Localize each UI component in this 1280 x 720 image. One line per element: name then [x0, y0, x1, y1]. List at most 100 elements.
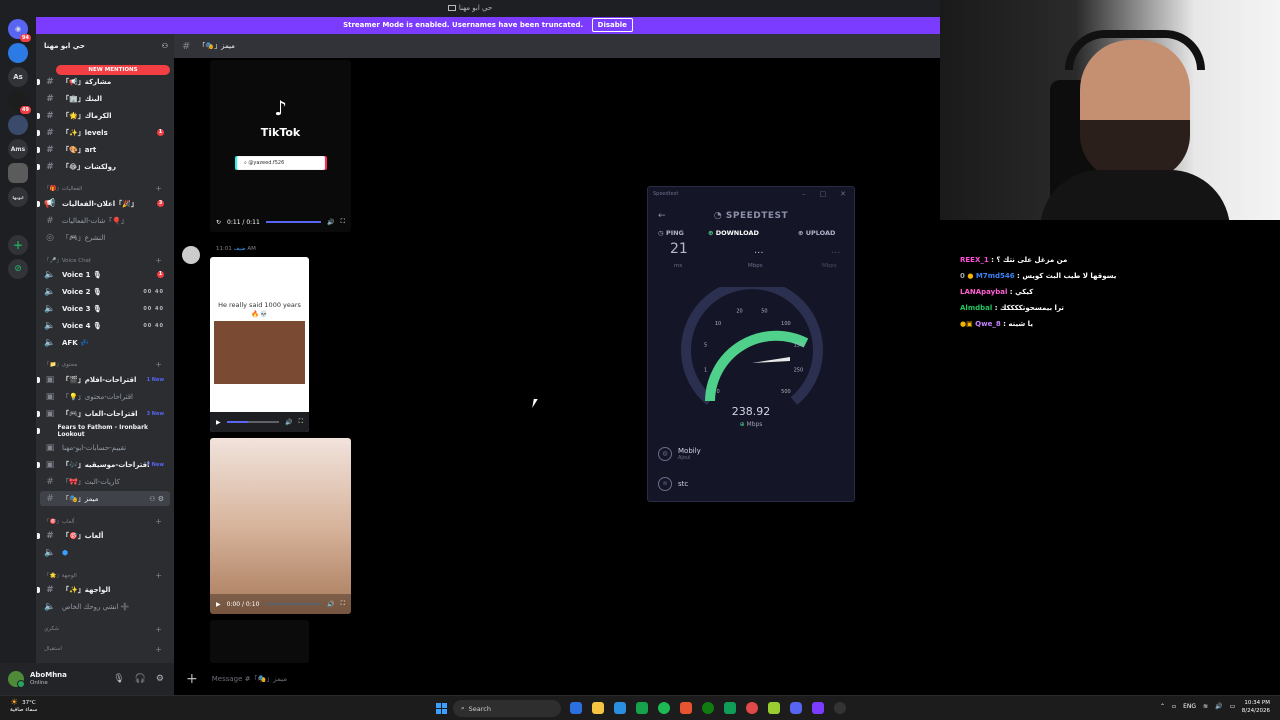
channel-item[interactable]: # 「🏢」البنك: [40, 91, 170, 106]
channel-item[interactable]: 📢 اعلان-الفعاليات「🎉」 3: [37, 196, 170, 211]
voice-channel-item[interactable]: 🔈 Voice 3 🎙 00 40: [40, 301, 170, 316]
maximize-icon[interactable]: □: [820, 187, 827, 202]
language-indicator[interactable]: ENG: [1183, 703, 1196, 710]
server-header[interactable]: حي ابو مهنا ⚇: [36, 34, 174, 58]
server-icon-active[interactable]: [8, 163, 28, 183]
discord-icon[interactable]: [790, 702, 802, 714]
fullscreen-icon[interactable]: ⛶: [341, 600, 345, 608]
thread-item[interactable]: Fears to Fathom - Ironbark Lookout: [37, 423, 170, 438]
wifi-icon[interactable]: ≋: [1203, 703, 1208, 710]
close-icon[interactable]: ✕: [840, 187, 846, 202]
server-icon[interactable]: As: [8, 67, 28, 87]
voice-channel-item[interactable]: 🔈 Voice 4 🎙 00 40: [40, 318, 170, 333]
forum-channel-item[interactable]: ▣ 「💡」اقتراحات-محتوى: [40, 389, 170, 404]
clock[interactable]: 10:34 PM 8/24/2026: [1242, 699, 1270, 715]
start-button-icon[interactable]: [436, 703, 447, 714]
category-header[interactable]: 「🎁」الفعاليات +: [44, 182, 170, 194]
category-header[interactable]: 「🌟」الوجهة +: [44, 569, 170, 581]
add-channel-icon[interactable]: +: [155, 517, 162, 526]
channel-item[interactable]: # 「✨」levels 1: [37, 125, 170, 140]
category-header[interactable]: شكري +: [44, 623, 170, 635]
voice-channel-item[interactable]: 🔈 انشي روحك الخاص ➕: [40, 599, 170, 614]
channel-item-selected[interactable]: # 「🎭」ميمز ⚇ ⚙: [40, 491, 170, 506]
voice-channel-item[interactable]: 🔈 Voice 2 🎙 00 40: [40, 284, 170, 299]
volume-icon[interactable]: 🔊: [327, 601, 334, 608]
forum-channel-item[interactable]: ▣ 「🎶」اقتراحات-موسيقيه 7 New: [37, 457, 170, 472]
xbox-icon[interactable]: [702, 702, 714, 714]
avatar[interactable]: [8, 671, 25, 688]
taskbar-app-icon[interactable]: [636, 702, 648, 714]
message-composer[interactable]: + Message #「🎭」ميمز: [174, 663, 940, 695]
server-icon[interactable]: ابوبها: [8, 187, 28, 207]
replay-icon[interactable]: ↻: [216, 219, 221, 226]
channel-settings-icon[interactable]: ⚇ ⚙: [149, 495, 164, 503]
video-seekbar[interactable]: [226, 421, 280, 423]
attach-plus-icon[interactable]: +: [186, 671, 198, 687]
weather-widget[interactable]: ☀ 37°C سماء صافية: [10, 699, 37, 714]
taskbar-app-icon[interactable]: [746, 702, 758, 714]
video-embed[interactable]: He really said 1000 years 🔥💀 ▶ 🔊 ⛶: [210, 257, 309, 432]
add-member-icon[interactable]: ⚇: [162, 42, 168, 50]
forum-channel-item[interactable]: ▣ تقييم-حسابات-ابو-مهنا: [40, 440, 170, 455]
channel-item[interactable]: # 「✨」الواجهة: [37, 582, 170, 597]
spotify-icon[interactable]: [658, 702, 670, 714]
server-icon[interactable]: 49: [8, 91, 31, 114]
gear-icon[interactable]: ⚙: [156, 674, 164, 684]
add-channel-icon[interactable]: +: [155, 571, 162, 580]
server-icon[interactable]: [8, 43, 28, 63]
volume-icon[interactable]: 🔊: [1215, 703, 1222, 710]
user-info[interactable]: AboMhna Online: [30, 671, 67, 687]
add-channel-icon[interactable]: +: [155, 256, 162, 265]
server-icon[interactable]: Ams: [8, 139, 28, 159]
video-seekbar[interactable]: [265, 221, 322, 223]
video-embed[interactable]: ♪ TikTok ⌕ @yazeed.f526 ↻ 0:11 / 0:11 🔊 …: [210, 60, 351, 232]
add-channel-icon[interactable]: +: [155, 645, 162, 654]
direct-messages-icon[interactable]: ◉ 94: [8, 19, 31, 42]
channel-item[interactable]: # 「🎨」art: [37, 142, 170, 157]
taskbar-app-icon[interactable]: [812, 702, 824, 714]
volume-icon[interactable]: 🔊: [327, 219, 334, 226]
channel-item[interactable]: # 「📢」مشاركة: [37, 74, 170, 89]
category-header[interactable]: استقبال +: [44, 643, 170, 655]
channel-item[interactable]: # شات-الفعاليات「🎈」: [40, 213, 170, 228]
play-icon[interactable]: ▶: [216, 601, 221, 608]
chevron-up-icon[interactable]: ⌃: [1160, 703, 1165, 710]
category-header[interactable]: 「🎤」Voice Chat +: [44, 254, 170, 266]
message-author[interactable]: ضيف: [234, 246, 246, 252]
fullscreen-icon[interactable]: ⛶: [341, 218, 345, 226]
speedtest-taskbar-icon[interactable]: [834, 702, 846, 714]
microphone-icon[interactable]: 🎙: [113, 674, 124, 684]
taskbar-app-icon[interactable]: [570, 702, 582, 714]
voice-channel-item[interactable]: 🔈 Voice 1 🎙 1: [40, 267, 170, 282]
explore-icon[interactable]: ⊘: [8, 259, 28, 279]
voice-channel-item[interactable]: 🔈 AFK 💤: [40, 335, 170, 350]
volume-icon[interactable]: 🔊: [285, 419, 292, 426]
add-channel-icon[interactable]: +: [155, 184, 162, 193]
server-icon[interactable]: [8, 115, 28, 135]
headphones-icon[interactable]: 🎧: [135, 674, 146, 684]
tray-app-icon[interactable]: ▫: [1172, 703, 1176, 710]
channel-item[interactable]: # 「🌟」الكرماك: [37, 108, 170, 123]
taskbar-app-icon[interactable]: [724, 702, 736, 714]
video-embed[interactable]: [210, 620, 309, 663]
video-seekbar[interactable]: [265, 603, 322, 605]
taskbar-search[interactable]: ⌕ Search: [453, 700, 561, 717]
voice-channel-item[interactable]: 🔈 ⬢: [40, 545, 170, 560]
message-input[interactable]: Message #「🎭」ميمز: [212, 674, 287, 684]
add-channel-icon[interactable]: +: [155, 360, 162, 369]
channel-item[interactable]: # 「🎀」كاريات-البث: [40, 474, 170, 489]
minimize-icon[interactable]: –: [802, 187, 806, 202]
forum-channel-item[interactable]: ▣ 「🎬」اقتراحات-افلام 1 New: [37, 372, 170, 387]
category-header[interactable]: 「📁」محتوى +: [44, 358, 170, 370]
server-info[interactable]: ≋ stc: [658, 477, 688, 491]
forum-channel-item[interactable]: ▣ 「🎮」اقتراحات-العاب 3 New: [37, 406, 170, 421]
fullscreen-icon[interactable]: ⛶: [299, 418, 303, 426]
browser-icon[interactable]: [680, 702, 692, 714]
file-explorer-icon[interactable]: [592, 702, 604, 714]
avatar[interactable]: [182, 246, 200, 264]
taskbar-app-icon[interactable]: [614, 702, 626, 714]
battery-icon[interactable]: ▭: [1230, 703, 1236, 710]
category-header[interactable]: 「🎯」ألعاب +: [44, 515, 170, 527]
channel-item[interactable]: # 「🎯」ألعاب: [37, 528, 170, 543]
taskbar-app-icon[interactable]: [768, 702, 780, 714]
